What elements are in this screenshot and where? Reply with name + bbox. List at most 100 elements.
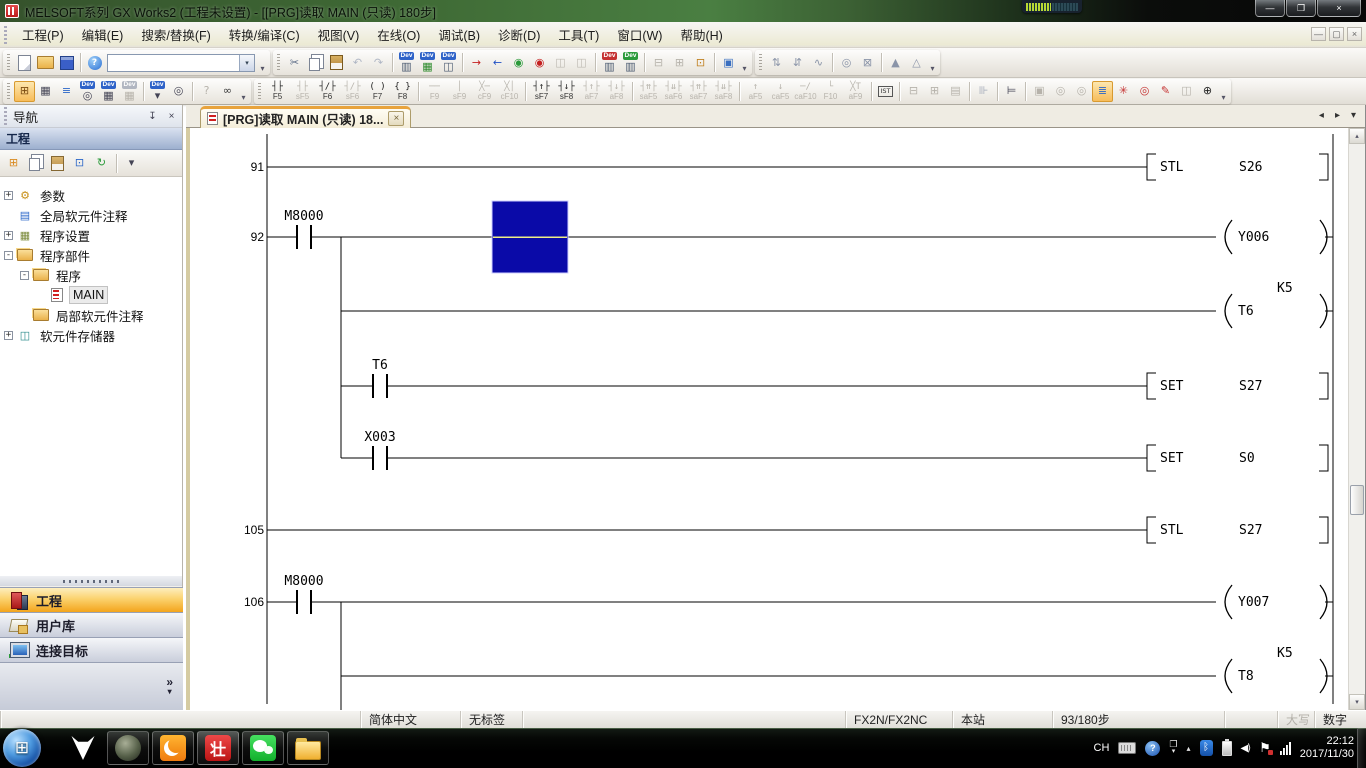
menu-edit[interactable]: 编辑(E) — [73, 22, 133, 47]
convert-all-button[interactable]: ⇵ — [787, 52, 808, 73]
comment-display-button[interactable]: ≣ — [1092, 81, 1113, 102]
menu-compile[interactable]: 转换/编译(C) — [220, 22, 309, 47]
write-to-plc-button[interactable]: → — [466, 52, 487, 73]
ist-instruction-button[interactable]: IST — [875, 81, 896, 102]
new-project-button[interactable] — [14, 52, 35, 73]
device-test-red-button[interactable]: Dev▥ — [599, 52, 620, 73]
edit-list-button[interactable]: ⊨ — [1001, 81, 1022, 102]
navigation-toggle-button[interactable]: ⊞ — [14, 81, 35, 102]
signal-strength-icon[interactable] — [1280, 741, 1291, 755]
nav-property-button[interactable]: ⊡ — [69, 153, 90, 174]
pin-icon[interactable]: ↧ — [145, 109, 160, 123]
tree-item-global-device-comment[interactable]: +▤全局软元件注释 — [0, 205, 182, 225]
help-button[interactable]: ? — [84, 52, 105, 73]
panel-splitter[interactable] — [0, 576, 182, 586]
open-project-button[interactable] — [35, 52, 56, 73]
expand-icon[interactable]: + — [4, 191, 13, 200]
device-find-menu-button[interactable]: ◎ — [168, 81, 189, 102]
device-list-button[interactable]: ⊠ — [857, 52, 878, 73]
panel-overflow-button[interactable]: » ▾ — [166, 678, 173, 696]
output-window-button[interactable]: ≡ — [56, 81, 77, 102]
monitor-condition-button[interactable]: ▣ — [718, 52, 739, 73]
collapse-icon[interactable]: - — [4, 251, 13, 260]
tab-scroll-right-icon[interactable]: ▸ — [1335, 110, 1340, 121]
language-indicator[interactable]: CH — [1094, 742, 1110, 754]
toolbar-grip[interactable] — [759, 54, 762, 71]
mdi-close-icon[interactable]: × — [1347, 27, 1362, 41]
scroll-up-button[interactable]: ▴ — [1349, 128, 1365, 144]
close-contact-button[interactable]: ┤/├F6 — [315, 79, 340, 103]
tree-item-pou[interactable]: -程序部件 — [0, 245, 182, 265]
ladder-logic-test-button[interactable]: ▲ — [885, 52, 906, 73]
convert-button[interactable]: ⇅ — [766, 52, 787, 73]
toolbar-overflow-icon[interactable]: ▾ — [739, 64, 750, 75]
application-instruction-button[interactable]: { }F8 — [390, 79, 415, 103]
show-desktop-button[interactable] — [1357, 728, 1366, 768]
find-device-button[interactable]: ◎ — [1134, 81, 1155, 102]
tree-item-program[interactable]: -程序 — [0, 265, 182, 285]
tree-item-program-setting[interactable]: +▦程序设置 — [0, 225, 182, 245]
menu-project[interactable]: 工程(P) — [13, 22, 73, 47]
tree-item-local-device-comment[interactable]: +局部软元件注释 — [0, 305, 182, 325]
network-icon[interactable]: ⚑ — [1259, 740, 1271, 756]
taskbar-gx-works2[interactable]: 壮 — [197, 731, 239, 765]
tree-item-main[interactable]: +MAIN — [0, 285, 182, 305]
expand-icon[interactable]: + — [4, 231, 13, 240]
menu-tools[interactable]: 工具(T) — [549, 22, 608, 47]
taskbar-foobar2000[interactable] — [62, 731, 104, 765]
copy-button[interactable] — [305, 52, 326, 73]
toolbar-overflow-icon[interactable]: ▾ — [1218, 93, 1229, 104]
tray-expand-icon[interactable]: ▴ — [1186, 744, 1190, 753]
volume-icon[interactable]: ◀⟩ — [1241, 743, 1251, 754]
tab-close-button[interactable]: × — [388, 111, 404, 126]
toolbar-grip[interactable] — [277, 54, 280, 71]
monitor-watch-start-button[interactable]: ◉ — [508, 52, 529, 73]
close-button[interactable]: × — [1317, 0, 1361, 17]
collapse-icon[interactable]: - — [20, 271, 29, 280]
nav-new-data-button[interactable]: ⊞ — [3, 153, 24, 174]
tree-item-device-memory[interactable]: +◫软元件存储器 — [0, 325, 182, 345]
monitor-watch-stop-button[interactable]: ◉ — [529, 52, 550, 73]
device-monitor-button[interactable]: Dev▦ — [417, 52, 438, 73]
tab-main-program[interactable]: [PRG]读取 MAIN (只读) 18... × — [200, 106, 411, 128]
ladder-editor[interactable]: 91STLS2692M8000Y006T6K5T6SETS27X003SETS0… — [186, 128, 1348, 710]
connection-destination-button[interactable]: 连接目标 — [0, 637, 183, 662]
tab-scroll-left-icon[interactable]: ◂ — [1319, 110, 1324, 121]
device-comment-window-button[interactable]: Dev◎ — [77, 81, 98, 102]
bluetooth-icon[interactable]: ᛒ — [1200, 740, 1213, 756]
cut-button[interactable]: ✂ — [284, 52, 305, 73]
coil-button[interactable]: ( )F7 — [365, 79, 390, 103]
program-check-button[interactable]: ∿ — [808, 52, 829, 73]
toolbar-overflow-icon[interactable]: ▾ — [927, 64, 938, 75]
zoom-button[interactable]: ⊕ — [1197, 81, 1218, 102]
toolbar-overflow-icon[interactable]: ▾ — [257, 64, 268, 75]
menu-view[interactable]: 视图(V) — [309, 22, 369, 47]
toolbar-grip[interactable] — [258, 83, 261, 100]
toolbar-overflow-icon[interactable]: ▾ — [238, 93, 249, 104]
close-panel-icon[interactable]: × — [164, 109, 179, 123]
read-from-plc-button[interactable]: ← — [487, 52, 508, 73]
taskbar-explorer[interactable] — [287, 731, 329, 765]
nav-copy-button[interactable] — [25, 153, 46, 174]
falling-pulse-button[interactable]: ┤↓├sF8 — [554, 79, 579, 103]
project-view-button[interactable]: 工程 — [0, 587, 183, 612]
menu-help[interactable]: 帮助(H) — [671, 22, 731, 47]
toolbar-grip[interactable] — [7, 83, 10, 100]
taskbar-game-app[interactable] — [107, 731, 149, 765]
ladder-logic-test-stop-button[interactable]: △ — [906, 52, 927, 73]
toolbar-grip[interactable] — [7, 54, 10, 71]
menu-find-replace[interactable]: 搜索/替换(F) — [132, 22, 219, 47]
mdi-restore-icon[interactable]: ▢ — [1329, 27, 1344, 41]
device-test-green-button[interactable]: Dev▥ — [620, 52, 641, 73]
ime-help-icon[interactable]: ? — [1145, 741, 1160, 756]
battery-icon[interactable] — [1222, 741, 1232, 756]
tree-item-parameter[interactable]: +⚙参数 — [0, 185, 182, 205]
menu-debug[interactable]: 调试(B) — [429, 22, 489, 47]
nav-refresh-button[interactable]: ↻ — [91, 153, 112, 174]
paste-button[interactable] — [326, 52, 347, 73]
ime-toolbar-icon[interactable]: ❐ ▾ — [1169, 740, 1177, 756]
device-grid-window-button[interactable]: Dev▦ — [98, 81, 119, 102]
find-button[interactable]: ∞ — [217, 81, 238, 102]
function-selector-combo[interactable]: ▾ — [107, 54, 255, 72]
device-test-button[interactable]: ✳ — [1113, 81, 1134, 102]
